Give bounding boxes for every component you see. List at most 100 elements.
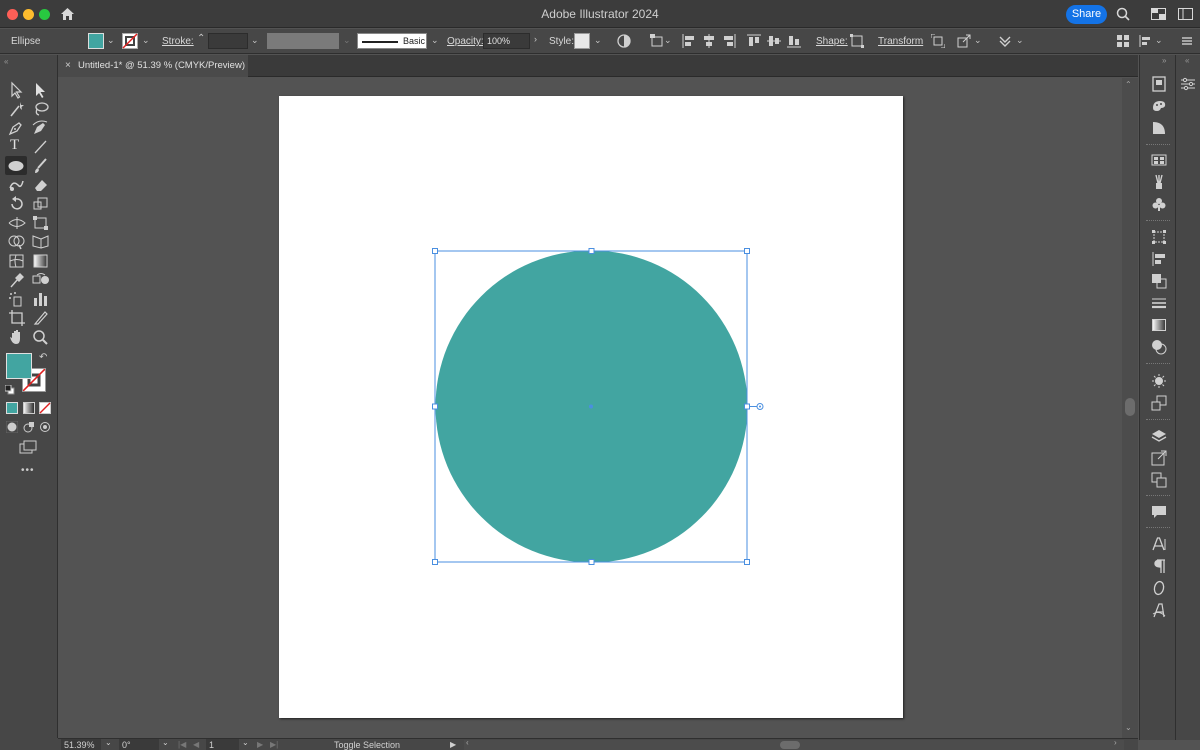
arrange-documents-icon[interactable] bbox=[1116, 34, 1130, 48]
edit-toolbar-icon[interactable]: ••• bbox=[21, 465, 35, 476]
scroll-right-icon[interactable]: › bbox=[1114, 738, 1117, 747]
layers-panel-icon[interactable] bbox=[1151, 428, 1167, 444]
opacity-arrow-icon[interactable]: › bbox=[534, 34, 537, 44]
hand-tool-icon[interactable] bbox=[7, 328, 27, 346]
eraser-tool-icon[interactable] bbox=[31, 176, 51, 194]
pathfinder-panel-icon[interactable] bbox=[1151, 273, 1167, 289]
selection-tool-icon[interactable] bbox=[7, 81, 27, 99]
stroke-none-swatch-icon[interactable] bbox=[122, 33, 138, 49]
rotation-field[interactable]: 0° bbox=[119, 739, 159, 750]
shaper-tool-icon[interactable] bbox=[7, 176, 27, 194]
transform-label[interactable]: Transform bbox=[878, 36, 923, 47]
fill-color-box[interactable] bbox=[6, 353, 32, 379]
magic-wand-tool-icon[interactable] bbox=[7, 100, 27, 118]
zoom-chevron-icon[interactable]: ⌄ bbox=[105, 738, 112, 747]
glyphs-panel-icon[interactable] bbox=[1151, 602, 1167, 618]
shape-builder-tool-icon[interactable] bbox=[7, 233, 27, 251]
artboard-number-field[interactable]: 1 bbox=[206, 739, 239, 750]
horizontal-scrollbar[interactable]: ‹ › bbox=[464, 738, 1124, 750]
style-chevron-icon[interactable]: ⌄ bbox=[594, 35, 602, 46]
artboards-panel-icon[interactable] bbox=[1151, 472, 1167, 488]
isolate-chevron-icon[interactable]: ⌄ bbox=[974, 35, 982, 46]
stroke-weight-stepper-icon[interactable]: ⌃ bbox=[197, 33, 205, 44]
align-left-icon[interactable] bbox=[682, 34, 696, 48]
color-panel-icon[interactable] bbox=[1151, 120, 1167, 136]
stroke-dropdown-chevron-icon[interactable]: ⌄ bbox=[142, 35, 150, 46]
swap-fill-stroke-icon[interactable]: ↶ bbox=[39, 352, 47, 363]
panel-settings-sliders-icon[interactable] bbox=[1180, 76, 1196, 92]
draw-normal-icon[interactable] bbox=[6, 421, 18, 433]
rotate-tool-icon[interactable] bbox=[7, 195, 27, 213]
default-fill-stroke-icon[interactable] bbox=[5, 385, 15, 395]
fill-color-swatch[interactable] bbox=[88, 33, 104, 49]
comments-panel-icon[interactable] bbox=[1151, 504, 1167, 520]
eyedropper-tool-icon[interactable] bbox=[7, 271, 27, 289]
column-graph-tool-icon[interactable] bbox=[31, 290, 51, 308]
align-right-icon[interactable] bbox=[722, 34, 736, 48]
draw-behind-icon[interactable] bbox=[23, 421, 35, 433]
brushes-panel-icon[interactable] bbox=[1151, 174, 1167, 190]
transform-panel-icon[interactable] bbox=[1151, 229, 1167, 245]
first-artboard-icon[interactable]: |◀ bbox=[178, 739, 186, 750]
brush-chevron-icon[interactable]: ⌄ bbox=[431, 35, 439, 46]
shape-properties-icon[interactable] bbox=[850, 34, 864, 48]
paintbrush-tool-icon[interactable] bbox=[31, 157, 51, 175]
scale-tool-icon[interactable] bbox=[31, 195, 51, 213]
symbol-sprayer-tool-icon[interactable] bbox=[7, 290, 27, 308]
select-similar-chevron-icon[interactable]: ⌄ bbox=[1016, 35, 1024, 46]
swatches-panel-icon[interactable] bbox=[1151, 152, 1167, 168]
isolate-object-icon[interactable] bbox=[957, 34, 971, 48]
gradient-mode-icon[interactable] bbox=[23, 402, 35, 414]
opacity-label[interactable]: Opacity: bbox=[447, 36, 484, 47]
share-button[interactable]: Share bbox=[1066, 5, 1107, 24]
stroke-weight-field[interactable] bbox=[208, 33, 248, 49]
line-segment-tool-icon[interactable] bbox=[31, 138, 51, 156]
gradient-panel-icon[interactable] bbox=[1151, 317, 1167, 333]
scroll-up-icon[interactable]: ⌃ bbox=[1125, 80, 1132, 89]
profile-chevron-icon[interactable]: ⌄ bbox=[343, 35, 351, 46]
select-similar-icon[interactable] bbox=[998, 34, 1012, 48]
rotation-chevron-icon[interactable]: ⌄ bbox=[162, 738, 169, 747]
align-vertical-center-icon[interactable] bbox=[767, 34, 781, 48]
asset-export-panel-icon[interactable] bbox=[1151, 450, 1167, 466]
align-to-icon[interactable] bbox=[650, 34, 664, 48]
align-bottom-icon[interactable] bbox=[787, 34, 801, 48]
pen-tool-icon[interactable] bbox=[7, 119, 27, 137]
character-panel-icon[interactable] bbox=[1151, 536, 1167, 552]
last-artboard-icon[interactable]: ▶| bbox=[270, 739, 278, 750]
width-tool-icon[interactable] bbox=[7, 214, 27, 232]
slice-tool-icon[interactable] bbox=[31, 309, 51, 327]
scroll-left-icon[interactable]: ‹ bbox=[466, 738, 469, 747]
transform-bounds-icon[interactable] bbox=[931, 34, 945, 48]
mesh-tool-icon[interactable] bbox=[7, 252, 27, 270]
selected-ellipse[interactable] bbox=[430, 246, 770, 568]
fill-dropdown-chevron-icon[interactable]: ⌄ bbox=[107, 35, 115, 46]
panel-options-icon[interactable] bbox=[1138, 34, 1152, 48]
collapse-tools-icon[interactable]: « bbox=[4, 57, 8, 66]
variable-width-profile[interactable] bbox=[267, 33, 339, 49]
vertical-scroll-thumb[interactable] bbox=[1125, 398, 1135, 416]
ellipse-tool-icon[interactable] bbox=[6, 157, 26, 175]
free-transform-tool-icon[interactable] bbox=[31, 214, 51, 232]
color-guide-icon[interactable] bbox=[1151, 98, 1167, 114]
opacity-field[interactable]: 100% bbox=[483, 33, 530, 49]
document-tab[interactable]: × Untitled-1* @ 51.39 % (CMYK/Preview) bbox=[58, 55, 248, 77]
curvature-tool-icon[interactable] bbox=[31, 119, 51, 137]
type-tool-icon[interactable]: T bbox=[10, 137, 30, 155]
gradient-tool-icon[interactable] bbox=[31, 252, 51, 270]
properties-panel-icon[interactable] bbox=[1151, 76, 1167, 92]
align-to-chevron-icon[interactable]: ⌄ bbox=[664, 35, 672, 46]
status-menu-arrow-icon[interactable]: ▶ bbox=[450, 739, 456, 750]
color-mode-button[interactable] bbox=[6, 402, 18, 414]
graphic-style-swatch[interactable] bbox=[574, 33, 590, 49]
opentype-panel-icon[interactable] bbox=[1151, 580, 1167, 596]
blend-tool-icon[interactable] bbox=[31, 271, 51, 289]
zoom-level-field[interactable]: 51.39% bbox=[61, 739, 101, 750]
vertical-scrollbar[interactable]: ⌃ ⌄ bbox=[1122, 78, 1138, 738]
horizontal-scroll-thumb[interactable] bbox=[780, 741, 800, 749]
draw-inside-icon[interactable] bbox=[39, 421, 51, 433]
align-horizontal-center-icon[interactable] bbox=[702, 34, 716, 48]
change-screen-mode-icon[interactable] bbox=[19, 440, 37, 454]
align-top-icon[interactable] bbox=[747, 34, 761, 48]
expand-panel-icon[interactable]: « bbox=[1185, 56, 1189, 65]
